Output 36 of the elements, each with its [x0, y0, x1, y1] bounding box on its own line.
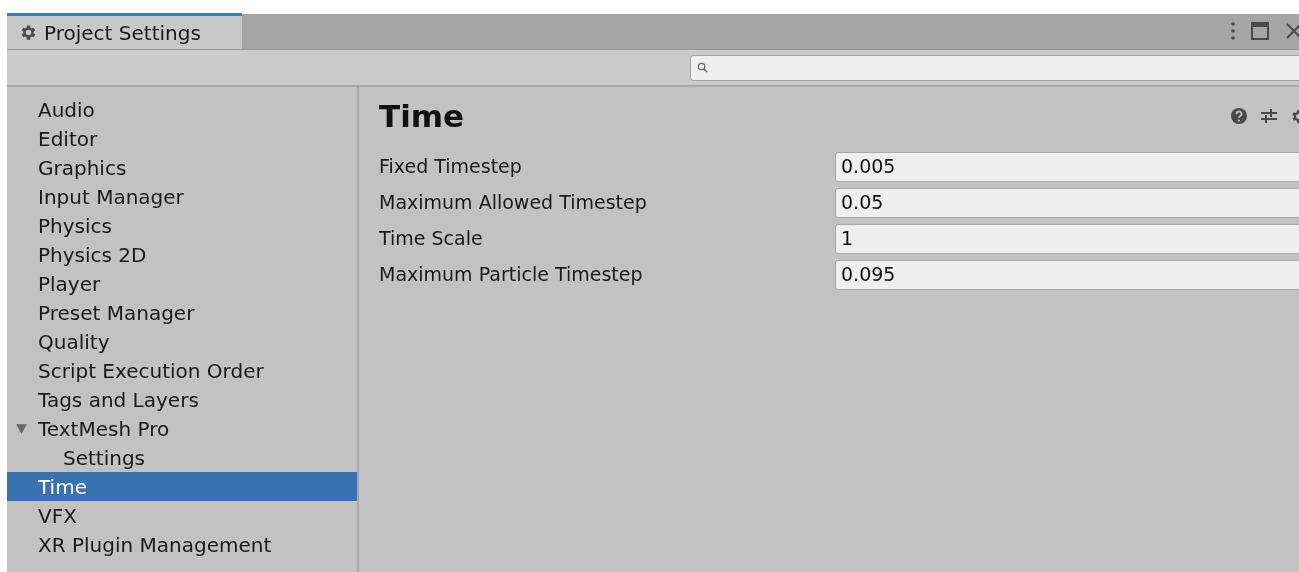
sidebar-item[interactable]: TextMesh Pro	[7, 414, 357, 443]
sidebar-item[interactable]: Quality	[7, 327, 357, 356]
sidebar-item[interactable]: Preset Manager	[7, 298, 357, 327]
gear-icon[interactable]	[19, 23, 38, 42]
search-icon	[697, 62, 708, 73]
sidebar-item[interactable]: Tags and Layers	[7, 385, 357, 414]
tab-title: Project Settings	[44, 19, 201, 47]
sidebar-item[interactable]: VFX	[7, 501, 357, 530]
value-field[interactable]: 0.095	[835, 259, 1299, 290]
field-label: Fixed Timestep	[379, 154, 523, 180]
value-field[interactable]: 0.005	[835, 151, 1299, 182]
sidebar-item[interactable]: Settings	[7, 443, 357, 472]
sliders-icon[interactable]	[1260, 107, 1278, 126]
maximize-icon[interactable]	[1251, 22, 1269, 40]
sidebar-item[interactable]: Graphics	[7, 153, 357, 182]
close-icon[interactable]	[1285, 22, 1299, 40]
sidebar-item[interactable]: Time	[7, 472, 357, 501]
sidebar-item[interactable]: XR Plugin Management	[7, 530, 357, 559]
search-field[interactable]	[690, 54, 1299, 81]
collapse-triangle-icon[interactable]	[15, 422, 28, 435]
value-field[interactable]: 0.05	[835, 187, 1299, 218]
field-label: Maximum Particle Timestep	[379, 262, 644, 288]
sidebar-item[interactable]: Physics 2D	[7, 240, 357, 269]
sidebar-item[interactable]: Editor	[7, 124, 357, 153]
help-icon[interactable]	[1230, 107, 1248, 126]
field-label: Time Scale	[379, 226, 484, 252]
sidebar-item[interactable]: Physics	[7, 211, 357, 240]
window-tab[interactable]: Project Settings	[7, 13, 242, 49]
sidebar-item[interactable]: Input Manager	[7, 182, 357, 211]
sidebar-item[interactable]: Player	[7, 269, 357, 298]
sidebar-item[interactable]: Script Execution Order	[7, 356, 357, 385]
more-options-icon[interactable]	[1231, 22, 1235, 40]
value-field[interactable]: 1	[835, 223, 1299, 254]
field-label: Maximum Allowed Timestep	[379, 190, 648, 216]
sidebar-item[interactable]: Audio	[7, 95, 357, 124]
panel-title: Time	[379, 97, 466, 136]
